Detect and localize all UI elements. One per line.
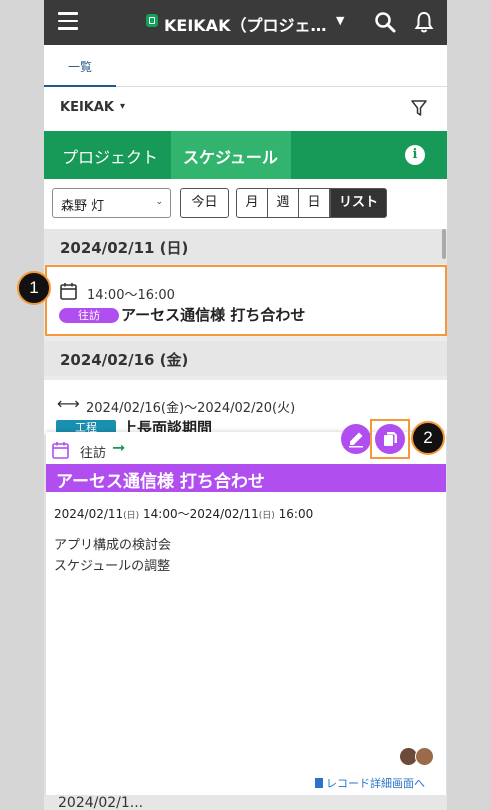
event-popup: 往訪 ➞ アーセス通信様 打ち合わせ 2024/02/11(日) 14:00～2… [44, 432, 447, 810]
popup-title: アーセス通信様 打ち合わせ [46, 464, 446, 492]
top-app-bar: KEIKAK（プロジェ… ▼ [44, 0, 447, 45]
search-icon[interactable] [374, 11, 396, 33]
calendar-controls: 森野 灯 ⌄ 今日 月 週 日 リスト [44, 179, 447, 229]
date-header: 2024/02/11 (日) [44, 229, 447, 264]
user-select-value: 森野 灯 [61, 199, 105, 214]
popup-note: アプリ構成の検討会 [54, 538, 172, 553]
user-select[interactable]: 森野 灯 ⌄ [52, 188, 171, 218]
app-filter-row: KEIKAK ▾ [44, 87, 447, 131]
event-title: アーセス通信様 打ち合わせ [121, 306, 306, 324]
info-icon[interactable]: i [405, 145, 425, 165]
start-time: 14:00～ [143, 507, 190, 521]
month-view-button[interactable]: 月 [236, 188, 268, 218]
copy-icon [384, 432, 397, 446]
week-view-button[interactable]: 週 [267, 188, 299, 218]
copy-button[interactable] [375, 424, 405, 454]
event-date-range: 2024/02/16(金)～2024/02/20(火) [86, 401, 296, 416]
annotation-marker-1: 1 [17, 271, 51, 305]
end-date: 2024/02/11 [189, 507, 259, 521]
event-time: 14:00～16:00 [87, 288, 175, 303]
tab-schedule[interactable]: スケジュール [171, 131, 291, 179]
popup-date-range: 2024/02/11(日) 14:00～2024/02/11(日) 16:00 [54, 505, 313, 522]
date-range-icon: ⟷ [57, 394, 80, 413]
record-detail-link-label: レコード詳細画面へ [326, 777, 425, 790]
start-weekday: (日) [123, 511, 140, 521]
popup-type-label: 往訪 [80, 446, 107, 461]
scrollbar-thumb[interactable] [442, 229, 446, 259]
tab-project[interactable]: プロジェクト [62, 144, 158, 168]
start-date: 2024/02/11 [54, 507, 124, 521]
view-tabs: プロジェクト スケジュール i [44, 131, 447, 179]
avatar [415, 747, 434, 766]
document-icon [315, 778, 323, 788]
event-type-badge: 往訪 [59, 308, 119, 323]
app-logo-icon [146, 14, 158, 27]
end-weekday: (日) [258, 511, 275, 521]
caret-down-icon[interactable]: ▼ [336, 14, 344, 27]
bell-icon[interactable] [414, 10, 434, 34]
date-header: 2024/02/16 (金) [44, 341, 447, 376]
calendar-icon [52, 442, 69, 459]
hamburger-menu-icon[interactable] [58, 12, 78, 30]
popup-note: スケジュールの調整 [54, 559, 171, 574]
record-detail-link[interactable]: レコード詳細画面へ [315, 775, 425, 791]
list-view-button[interactable]: リスト [330, 188, 387, 218]
arrow-right-icon[interactable]: ➞ [112, 438, 125, 457]
event-item[interactable]: 14:00～16:00 往訪 アーセス通信様 打ち合わせ [45, 265, 447, 336]
app-selector[interactable]: KEIKAK [60, 100, 114, 115]
caret-down-icon[interactable]: ▾ [120, 101, 125, 112]
filter-icon[interactable] [410, 99, 428, 117]
participant-avatars [399, 747, 439, 767]
today-button[interactable]: 今日 [180, 188, 229, 218]
annotation-marker-2: 2 [411, 421, 445, 455]
pencil-icon [349, 432, 363, 448]
day-view-button[interactable]: 日 [298, 188, 330, 218]
tab-strip: 一覧 [44, 45, 447, 87]
mobile-app-frame: KEIKAK（プロジェ… ▼ 一覧 KEIKAK ▾ プロジェクト スケジュール… [44, 0, 447, 810]
date-header-partial: 2024/02/1... [44, 795, 447, 810]
end-time: 16:00 [278, 507, 314, 521]
tab-list-view[interactable]: 一覧 [44, 45, 116, 87]
edit-button[interactable] [341, 424, 371, 454]
calendar-icon [60, 283, 77, 300]
chevron-down-icon: ⌄ [155, 197, 163, 207]
app-title[interactable]: KEIKAK（プロジェ… [164, 12, 326, 36]
